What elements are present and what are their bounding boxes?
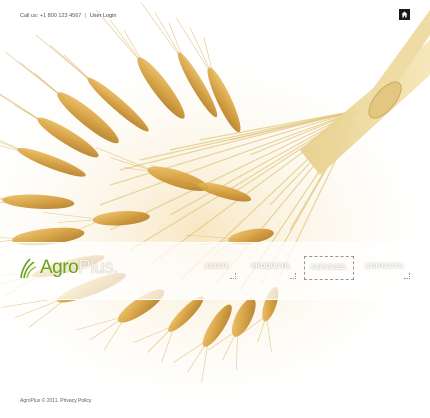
wheat-awn	[33, 72, 69, 102]
wheat-awn	[63, 54, 99, 88]
brand-part-plus: Plus.	[78, 257, 118, 278]
nav-services[interactable]: SERVICES.	[304, 256, 354, 280]
nav-about[interactable]: ABOUT.	[200, 256, 234, 278]
wheat-awn	[123, 29, 147, 69]
nav-services-label: SERVICES.	[310, 264, 348, 271]
logo[interactable]: AgroPlus.	[18, 256, 118, 280]
wheat-awn	[140, 2, 186, 64]
wheat-leaf-icon	[20, 258, 37, 279]
wheat-background-image	[0, 2, 430, 400]
phone-text: Call us: +1 800 123 4567	[20, 13, 82, 19]
nav-about-corner	[230, 273, 236, 279]
utility-bar: Call us: +1 800 123 4567 | User Login	[20, 11, 116, 21]
brand-name: AgroPlus.	[40, 256, 118, 280]
privacy-policy-link[interactable]: Privacy Policy	[60, 398, 91, 404]
nav-products-label: PRODUCTS.	[250, 263, 292, 270]
wheat-awn	[49, 44, 99, 88]
home-button[interactable]	[399, 9, 410, 20]
nav-products-corner	[290, 273, 296, 279]
copyright-text: AgroPlus © 2011.	[20, 398, 59, 404]
hero-stage: Call us: +1 800 123 4567 | User Login Ag…	[0, 0, 430, 418]
footer: AgroPlus © 2011. Privacy Policy	[20, 398, 91, 404]
wheat-awn	[154, 12, 186, 64]
nav-contacts[interactable]: CONTACTS.	[360, 256, 410, 278]
wheat-awn	[109, 19, 147, 69]
nav-products[interactable]: PRODUCTS.	[246, 256, 296, 278]
home-icon	[401, 11, 408, 18]
user-login-link[interactable]: User Login	[90, 11, 117, 21]
separator: |	[84, 13, 87, 19]
nav-contacts-corner	[404, 273, 410, 279]
nav-about-label: ABOUT.	[204, 263, 230, 270]
brand-part-agro: Agro	[40, 257, 79, 278]
nav-contacts-label: CONTACTS.	[365, 263, 405, 270]
